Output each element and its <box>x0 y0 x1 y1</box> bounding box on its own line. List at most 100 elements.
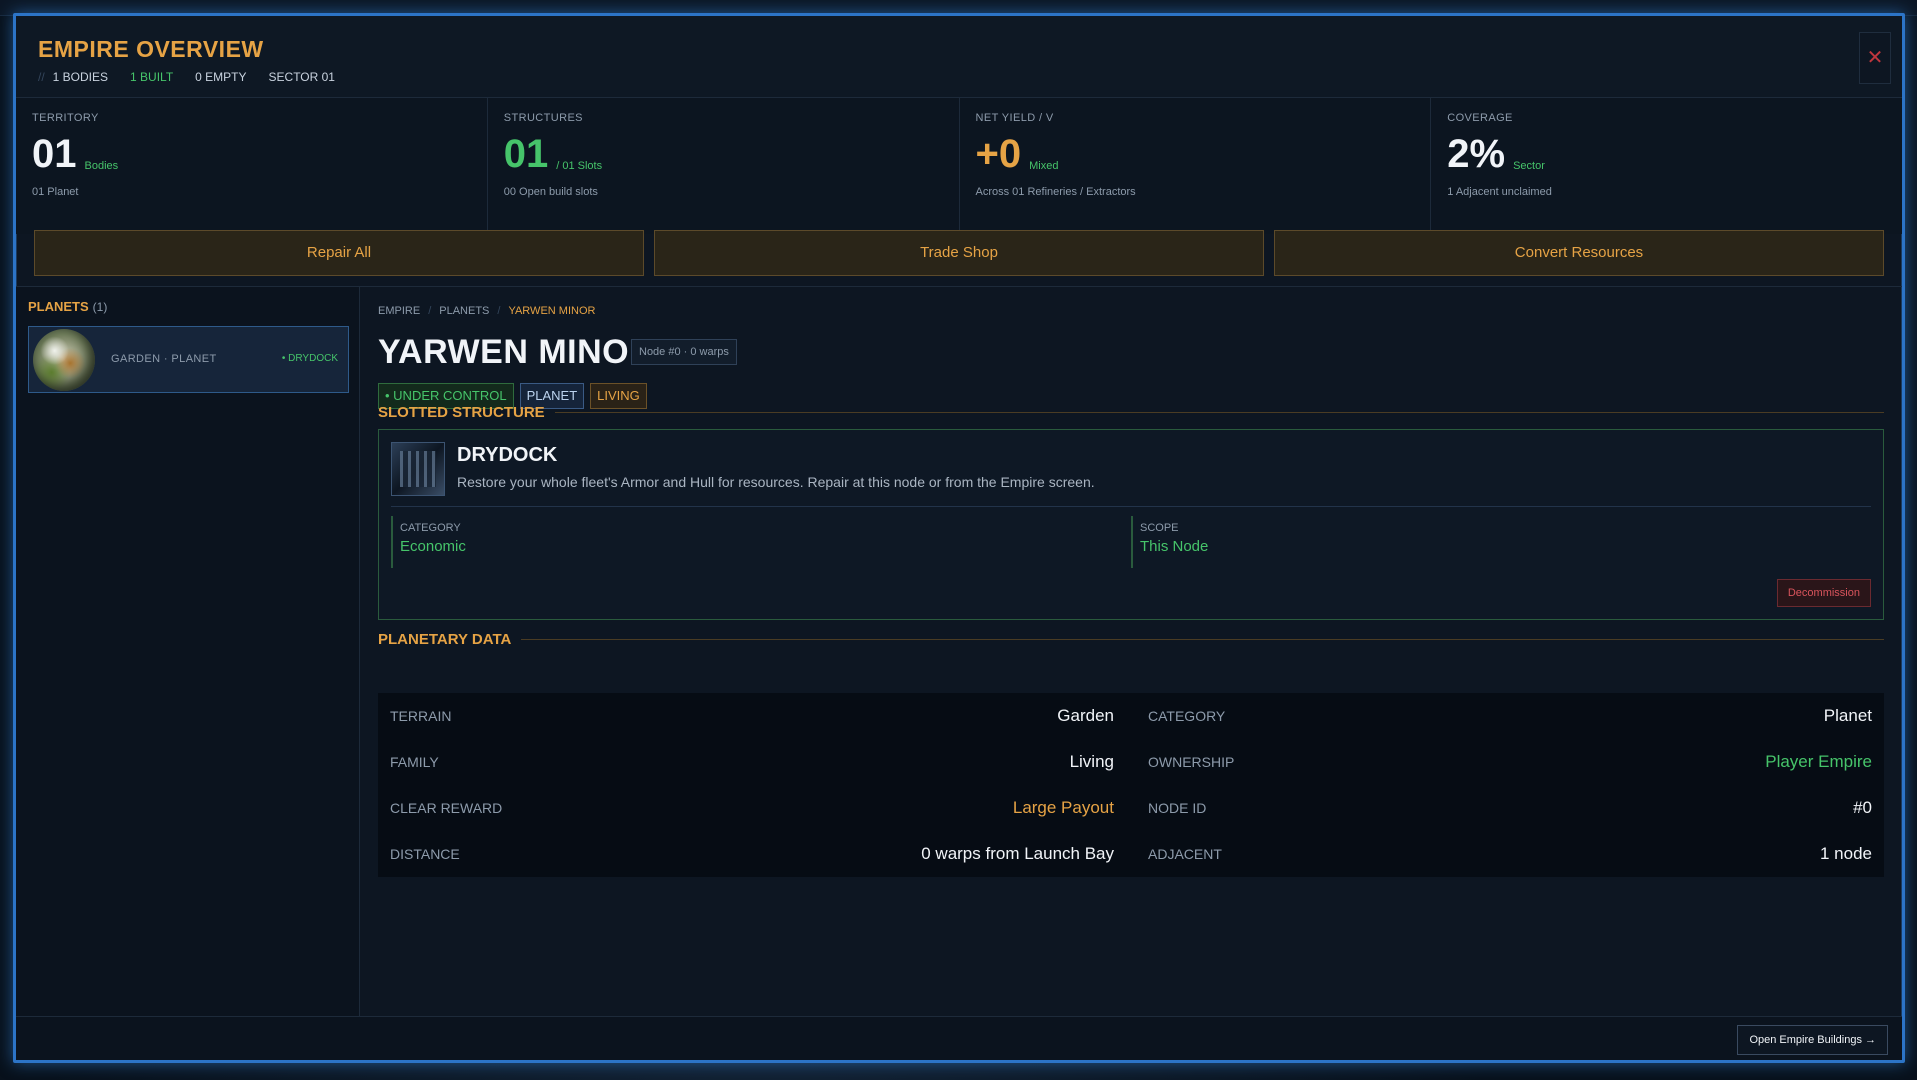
stat-label: STRUCTURES <box>503 112 583 124</box>
meta-scope: SCOPE This Node <box>1131 516 1871 568</box>
summary-sector: SECTOR 01 <box>268 70 335 84</box>
section-title: SLOTTED STRUCTURE <box>378 404 545 421</box>
sidebar-count: (1) <box>92 300 108 314</box>
stat-territory: TERRITORY 01 Bodies 01 Planet <box>16 98 488 234</box>
data-value: 0 warps from Launch Bay <box>921 844 1114 863</box>
header-summary: // 1 BODIES 1 BUILT 0 EMPTY SECTOR 01 <box>38 70 335 84</box>
data-label: ADJACENT <box>1148 846 1222 862</box>
data-row-node-id: NODE ID #0 <box>1136 785 1884 831</box>
divider <box>391 506 1871 507</box>
stat-label: COVERAGE <box>1447 112 1513 124</box>
breadcrumb-empire[interactable]: EMPIRE <box>378 305 420 317</box>
meta-value: Economic <box>400 538 466 555</box>
breadcrumb-current: YARWEN MINOR <box>508 305 596 317</box>
stat-foot: Across 01 Refineries / Extractors <box>975 186 1136 198</box>
breadcrumb-separator: / <box>497 305 501 317</box>
data-label: TERRAIN <box>390 708 452 724</box>
planet-status: • DRYDOCK <box>281 353 338 364</box>
stat-value: +0 <box>975 132 1022 176</box>
data-label: OWNERSHIP <box>1148 754 1235 770</box>
stat-value: 2% <box>1447 132 1506 176</box>
summary-bodies: 1 BODIES <box>52 70 109 84</box>
planet-list-item[interactable]: GARDEN · PLANET • DRYDOCK <box>28 326 349 393</box>
data-label: CLEAR REWARD <box>390 800 503 816</box>
trade-shop-button[interactable]: Trade Shop <box>654 230 1264 276</box>
meta-value: This Node <box>1140 538 1209 555</box>
data-row-family: FAMILY Living <box>378 739 1126 785</box>
breadcrumb-separator: / <box>428 305 432 317</box>
summary-built: 1 BUILT <box>130 70 174 84</box>
planets-sidebar: PLANETS (1) GARDEN · PLANET • DRYDOCK <box>16 287 360 1016</box>
summary-slash: // <box>38 70 45 84</box>
modal-header: EMPIRE OVERVIEW // 1 BODIES 1 BUILT 0 EM… <box>16 16 1902 98</box>
data-value: Large Payout <box>1012 798 1114 817</box>
meta-label: SCOPE <box>1140 522 1179 534</box>
repair-all-button[interactable]: Repair All <box>34 230 644 276</box>
stat-value: 01 <box>32 132 77 176</box>
data-row-terrain: TERRAIN Garden <box>378 693 1126 739</box>
sidebar-title: PLANETS (1) <box>28 299 107 314</box>
sidebar-title-text: PLANETS <box>28 299 89 314</box>
structure-meta: CATEGORY Economic SCOPE This Node <box>391 516 1871 568</box>
breadcrumb-planets[interactable]: PLANETS <box>439 305 489 317</box>
stat-label: NET YIELD / V <box>975 112 1054 124</box>
stat-value: 01 <box>503 132 549 176</box>
stat-label: TERRITORY <box>32 112 99 124</box>
close-button[interactable]: ✕ <box>1859 32 1891 84</box>
stat-net-yield: NET YIELD / V +0 Mixed Across 01 Refiner… <box>960 98 1432 234</box>
stat-unit: Sector <box>1513 160 1545 172</box>
structure-card: DRYDOCK Restore your whole fleet's Armor… <box>378 429 1884 620</box>
structure-description: Restore your whole fleet's Armor and Hul… <box>457 474 1095 490</box>
breadcrumb: EMPIRE / PLANETS / YARWEN MINOR <box>378 305 595 317</box>
convert-resources-button[interactable]: Convert Resources <box>1274 230 1884 276</box>
stat-structures: STRUCTURES 01 / 01 Slots 00 Open build s… <box>488 98 960 234</box>
data-row-adjacent: ADJACENT 1 node <box>1136 831 1884 877</box>
action-bar: Repair All Trade Shop Convert Resources <box>34 230 1884 276</box>
modal-footer: Open Empire Buildings → <box>16 1016 1902 1060</box>
decommission-button[interactable]: Decommission <box>1776 579 1871 607</box>
data-row-ownership: OWNERSHIP Player Empire <box>1136 739 1884 785</box>
data-row-category: CATEGORY Planet <box>1136 693 1884 739</box>
stat-unit: Mixed <box>1029 160 1059 172</box>
data-value: 1 node <box>1820 844 1872 863</box>
data-label: CATEGORY <box>1148 708 1226 724</box>
planetary-data-heading: PLANETARY DATA <box>378 631 1884 648</box>
data-label: NODE ID <box>1148 800 1207 816</box>
meta-category: CATEGORY Economic <box>391 516 1131 568</box>
stat-unit: Bodies <box>84 160 119 172</box>
data-label: FAMILY <box>390 754 439 770</box>
data-value: Living <box>1069 752 1114 771</box>
data-label: DISTANCE <box>390 846 460 862</box>
stat-foot: 1 Adjacent unclaimed <box>1447 186 1552 198</box>
stat-foot: 00 Open build slots <box>503 186 598 198</box>
data-value: #0 <box>1853 798 1872 817</box>
planetary-data-table: TERRAIN Garden CATEGORY Planet FAMILY Li… <box>378 693 1884 877</box>
empire-overview-modal: EMPIRE OVERVIEW // 1 BODIES 1 BUILT 0 EM… <box>13 13 1905 1063</box>
data-value: Planet <box>1823 706 1872 725</box>
planet-type: GARDEN · PLANET <box>111 353 217 365</box>
structure-name: DRYDOCK <box>457 444 558 466</box>
section-rule <box>554 412 1884 413</box>
section-rule <box>521 639 1884 640</box>
stat-unit: / 01 Slots <box>556 160 603 172</box>
meta-label: CATEGORY <box>400 522 461 534</box>
stats-bar: TERRITORY 01 Bodies 01 Planet STRUCTURES… <box>16 98 1902 234</box>
section-title: PLANETARY DATA <box>378 631 512 648</box>
summary-empty: 0 EMPTY <box>195 70 247 84</box>
planet-thumbnail <box>33 329 95 391</box>
node-badge: Node #0 · 0 warps <box>631 339 737 365</box>
data-row-distance: DISTANCE 0 warps from Launch Bay <box>378 831 1126 877</box>
data-row-clear-reward: CLEAR REWARD Large Payout <box>378 785 1126 831</box>
planet-name: YARWEN MINOR <box>378 333 655 371</box>
planet-detail: EMPIRE / PLANETS / YARWEN MINOR YARWEN M… <box>360 287 1902 1016</box>
stat-coverage: COVERAGE 2% Sector 1 Adjacent unclaimed <box>1431 98 1902 234</box>
open-empire-buildings-button[interactable]: Open Empire Buildings → <box>1737 1025 1888 1055</box>
modal-body: PLANETS (1) GARDEN · PLANET • DRYDOCK EMP… <box>16 286 1902 1016</box>
slotted-structure-heading: SLOTTED STRUCTURE <box>378 404 1884 421</box>
data-value: Player Empire <box>1765 752 1872 771</box>
close-icon: ✕ <box>1866 47 1884 69</box>
drydock-image <box>391 442 445 496</box>
data-value: Garden <box>1057 706 1114 725</box>
stat-foot: 01 Planet <box>32 186 79 198</box>
modal-title: EMPIRE OVERVIEW <box>38 36 264 62</box>
